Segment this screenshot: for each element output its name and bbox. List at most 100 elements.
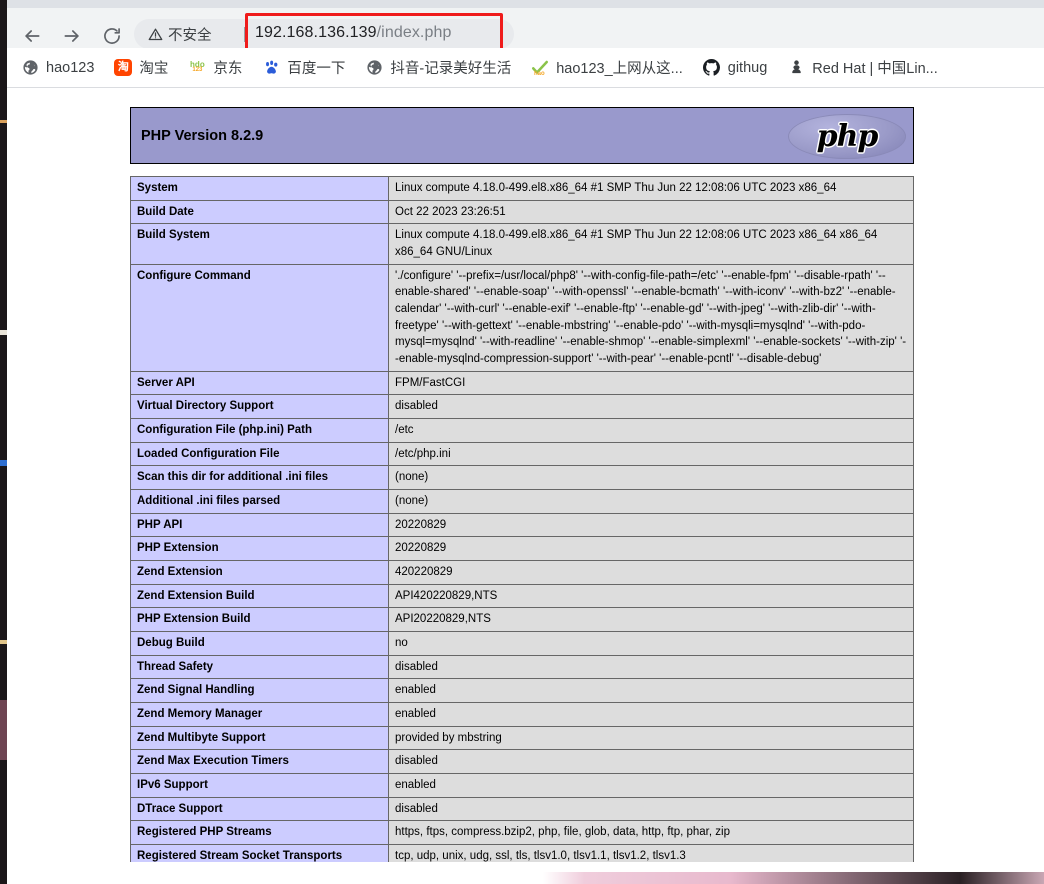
bookmarks-bar: hao123 淘 淘宝 hdo 123 京东 百度一下 抖音-记录美好生活 ha… [0, 48, 1044, 88]
security-label: 不安全 [168, 28, 212, 44]
table-row: Configure Command './configure' '--prefix… [130, 263, 914, 372]
table-cell-value: Linux compute 4.18.0-499.el8.x86_64 #1 S… [388, 176, 914, 201]
table-row: Server API FPM/FastCGI [130, 370, 914, 396]
table-row: Registered PHP Streams https, ftps, compr… [130, 820, 914, 846]
screen-bottom-gap [0, 862, 1044, 872]
url-text[interactable]: 192.168.136.139/index.php [255, 24, 451, 42]
table-cell-value: Linux compute 4.18.0-499.el8.x86_64 #1 S… [388, 223, 914, 265]
bookmark-github[interactable]: githug [694, 56, 777, 80]
arrow-left-icon [25, 30, 40, 42]
table-cell-key: Configure Command [130, 263, 389, 372]
table-cell-value: provided by mbstring [388, 725, 914, 751]
phpinfo-header-banner: PHP Version 8.2.9 php [130, 107, 914, 164]
globe-glyph [22, 60, 38, 75]
table-cell-key: DTrace Support [130, 796, 389, 822]
table-cell-value: enabled [388, 702, 914, 727]
browser-toolbar: 不安全 192.168.136.139/index.php [0, 8, 1044, 51]
table-row: Build System Linux compute 4.18.0-499.el8… [130, 223, 914, 265]
github-icon [703, 59, 721, 77]
table-cell-value: './configure' '--prefix=/usr/local/php8'… [388, 263, 914, 372]
table-row: DTrace Support disabled [130, 796, 914, 822]
screen-edge-blip [0, 330, 7, 335]
screen-edge-blip [0, 120, 7, 123]
reload-icon [104, 28, 120, 44]
arrow-right-icon [64, 30, 79, 42]
table-cell-key: Build System [130, 223, 389, 265]
bookmark-label: 京东 [213, 61, 243, 77]
table-cell-value: API20220829,NTS [388, 607, 914, 633]
table-cell-value: disabled [388, 796, 914, 822]
bookmark-label: 百度一下 [287, 61, 346, 77]
table-cell-key: Zend Signal Handling [130, 678, 389, 704]
screen-edge-blip [0, 640, 7, 644]
table-cell-key: Build Date [130, 199, 389, 225]
bookmark-label: 抖音-记录美好生活 [390, 61, 512, 77]
table-row: Zend Memory Manager enabled [130, 702, 914, 727]
github-glyph [703, 59, 721, 76]
table-row: System Linux compute 4.18.0-499.el8.x86_6… [130, 176, 914, 201]
globe-glyph [367, 60, 382, 75]
table-cell-key: Virtual Directory Support [130, 394, 389, 420]
hao123-jd-icon: hdo 123 [190, 59, 205, 74]
globe-icon [365, 59, 383, 77]
table-row: Zend Max Execution Timers disabled [130, 749, 914, 775]
table-row: PHP Extension Build API20220829,NTS [130, 607, 914, 633]
bookmark-label: Red Hat | 中国Lin... [812, 61, 938, 77]
table-cell-key: PHP API [130, 512, 389, 538]
screen-edge-blip [0, 460, 7, 466]
address-bar[interactable]: 不安全 192.168.136.139/index.php [134, 19, 514, 49]
table-cell-key: System [130, 176, 389, 201]
baidu-paw-icon [262, 59, 280, 77]
table-row: Zend Extension 420220829 [130, 560, 914, 585]
php-version-title: PHP Version 8.2.9 [141, 127, 264, 144]
url-path: /index.php [376, 24, 452, 41]
table-cell-key: PHP Extension [130, 536, 389, 562]
table-row: PHP Extension 20220829 [130, 536, 914, 562]
screen-bottom-edge-artifact [0, 872, 1044, 884]
table-cell-key: IPv6 Support [130, 773, 389, 798]
redhat-glyph [792, 60, 801, 74]
globe-icon [21, 59, 39, 77]
table-cell-value: 20220829 [388, 536, 914, 562]
table-cell-key: Thread Safety [130, 654, 389, 680]
table-row: Scan this dir for additional .ini files(… [130, 465, 914, 491]
table-cell-value: disabled [388, 654, 914, 680]
table-cell-value: (none) [388, 489, 914, 514]
bookmark-douyin[interactable]: 抖音-记录美好生活 [356, 54, 520, 81]
table-row: Zend Extension Build API420220829,NTS [130, 583, 914, 609]
table-cell-value: no [388, 631, 914, 656]
table-cell-key: Zend Max Execution Timers [130, 749, 389, 775]
bookmark-hao123-net[interactable]: hao hao123_上网从这... [522, 54, 692, 81]
bookmark-hao123[interactable]: hao123 [12, 56, 103, 80]
table-cell-value: disabled [388, 394, 914, 420]
paw-glyph [265, 60, 278, 74]
table-cell-key: Scan this dir for additional .ini files [130, 465, 389, 491]
table-cell-value: (none) [388, 465, 914, 491]
security-indicator[interactable]: 不安全 [148, 24, 212, 45]
bookmark-taobao[interactable]: 淘 淘宝 [105, 54, 177, 81]
table-cell-value: 420220829 [388, 560, 914, 585]
table-cell-key: Registered PHP Streams [130, 820, 389, 846]
table-cell-key: Configuration File (php.ini) Path [130, 418, 389, 443]
table-row: Build Date Oct 22 2023 23:26:51 [130, 199, 914, 225]
table-cell-value: https, ftps, compress.bzip2, php, file, … [388, 820, 914, 846]
table-cell-key: Zend Memory Manager [130, 702, 389, 727]
table-row: Loaded Configuration File/etc/php.ini [130, 441, 914, 467]
table-row: IPv6 Support enabled [130, 773, 914, 798]
phpinfo-table-body: System Linux compute 4.18.0-499.el8.x86_6… [130, 176, 914, 865]
hao-check-icon: hao [531, 59, 549, 77]
table-cell-key: Loaded Configuration File [130, 441, 389, 467]
table-cell-value: enabled [388, 678, 914, 704]
table-row: Zend Multibyte Support provided by mbstri… [130, 725, 914, 751]
table-cell-value: Oct 22 2023 23:26:51 [388, 199, 914, 225]
bookmark-label: githug [727, 59, 768, 76]
bookmark-baidu[interactable]: 百度一下 [253, 54, 354, 81]
table-cell-key: Zend Extension [130, 560, 389, 585]
bookmark-redhat[interactable]: Red Hat | 中国Lin... [778, 54, 946, 81]
table-cell-key: Additional .ini files parsed [130, 489, 389, 514]
bookmark-jd[interactable]: hdo 123 京东 [179, 54, 251, 81]
table-cell-value: enabled [388, 773, 914, 798]
table-cell-key: Zend Extension Build [130, 583, 389, 609]
bookmark-label: hao123 [46, 59, 95, 76]
screenshot-root: 不安全 192.168.136.139/index.php hao123 淘 淘… [0, 0, 1044, 884]
